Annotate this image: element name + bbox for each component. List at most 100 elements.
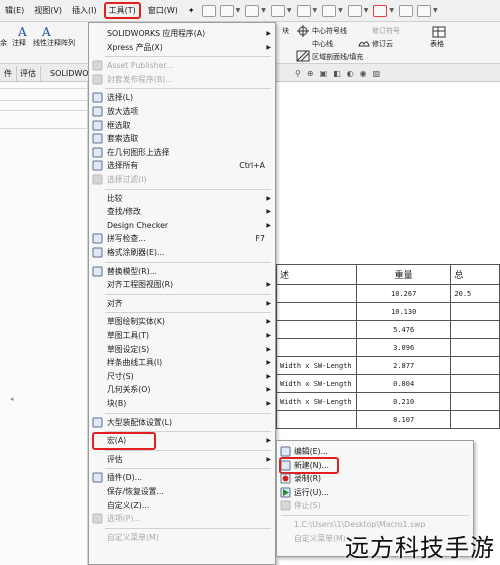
rebuild-icon[interactable] (399, 4, 413, 17)
tab-parts[interactable]: 件 (0, 66, 17, 81)
tools-menu-item-39[interactable]: 插件(D)... (89, 471, 275, 485)
addin-icon (92, 472, 103, 483)
pin-icon[interactable]: ✦ (183, 0, 200, 22)
tools-menu-item-7[interactable]: 放大选项 (89, 105, 275, 119)
view-orientation-icon[interactable]: ▣ (320, 69, 328, 78)
table-cell (276, 302, 357, 321)
ribbon-note[interactable]: 注释 (12, 38, 26, 48)
ribbon-center-mark[interactable]: 中心符号线 (312, 26, 347, 36)
ribbon-centerline[interactable]: 中心线 (312, 39, 333, 49)
table-cell: Width x SW-Length (276, 374, 357, 393)
tab-solidworks[interactable]: SOLIDWO (46, 66, 94, 81)
tools-menu-item-14[interactable]: 比较 ▶ (89, 192, 275, 206)
menu-window[interactable]: 窗口(W) (143, 0, 183, 22)
tools-menu-item-17[interactable]: 拼写检查... F7 (89, 232, 275, 246)
tools-menu-item-1[interactable]: Xpress 产品(X) ▶ (89, 41, 275, 55)
hide-show-icon[interactable]: ◐ (347, 69, 354, 78)
menu-separator (105, 312, 271, 314)
select-all-icon (92, 160, 103, 171)
bom-table: 述 重量 总 10.267 20.5 10.130 5.476 3.096 Wid… (276, 264, 500, 429)
menu-view[interactable]: 视图(V) (29, 0, 67, 22)
menu-edit[interactable]: 辑(E) (0, 0, 29, 22)
open-icon[interactable] (270, 4, 285, 17)
tools-menu-item-15[interactable]: 查找/修改 ▶ (89, 205, 275, 219)
appearance-icon[interactable]: ◉ (360, 69, 367, 78)
tools-menu-item-0[interactable]: SOLIDWORKS 应用程序(A) ▶ (89, 27, 275, 41)
options-icon[interactable] (417, 4, 431, 17)
search-icon[interactable]: ⚲ (295, 69, 301, 78)
chevron-right-icon: ▶ (266, 208, 271, 216)
menu-item-label: 块(B) (107, 399, 127, 408)
menu-item-label: 格式涂刷器(E)... (107, 248, 165, 257)
ribbon-area-hatch[interactable]: 区域剖面线/填充 (312, 52, 363, 62)
chevron-right-icon: ▶ (266, 30, 271, 37)
svg-text:A: A (41, 25, 51, 37)
table-cell: 10.130 (355, 302, 452, 321)
ribbon-block[interactable]: 块 (282, 26, 289, 36)
ribbon-revision-cloud[interactable]: 修订云 (372, 39, 393, 49)
macro-menu-item-3[interactable]: 运行(U)... (277, 486, 473, 500)
menu-item-label: 保存/恢复设置... (107, 487, 164, 496)
select-icon[interactable] (373, 4, 388, 17)
tools-menu-item-4: 封套发布程序(B)... (89, 73, 275, 87)
menu-separator (105, 56, 271, 58)
home-icon[interactable] (219, 4, 234, 17)
print-icon[interactable] (322, 4, 337, 17)
menu-item-label: 插件(D)... (107, 473, 143, 483)
tools-menu-item-8[interactable]: 框选取 (89, 119, 275, 133)
panel-collapse-icon[interactable]: ◂ (10, 395, 16, 403)
tools-menu-item-18[interactable]: 格式涂刷器(E)... (89, 246, 275, 260)
tools-menu-item-25[interactable]: 草图绘制实体(K) ▶ (89, 315, 275, 329)
tools-menu-item-21[interactable]: 对齐工程图视图(R) ▶ (89, 278, 275, 292)
arrow-icon[interactable] (201, 4, 216, 17)
tab-evaluate[interactable]: 评估 (16, 66, 41, 81)
note-icon[interactable]: A (16, 25, 30, 37)
table-cell (450, 392, 500, 411)
table-cell (276, 320, 357, 339)
display-style-icon[interactable]: ◧ (333, 69, 341, 78)
tools-menu-item-31[interactable]: 块(B) ▶ (89, 397, 275, 411)
tools-menu-item-16[interactable]: Design Checker ▶ (89, 219, 275, 233)
linear-note-pattern-icon[interactable]: A (40, 25, 54, 37)
tools-menu-item-29[interactable]: 尺寸(S) ▶ (89, 370, 275, 384)
table-cell: 2.877 (355, 356, 452, 375)
chevron-right-icon: ▶ (266, 400, 271, 407)
tools-menu-item-41[interactable]: 自定义(Z)... (89, 499, 275, 513)
ribbon-revision-symbol[interactable]: 修订符号 (372, 26, 400, 36)
tools-menu-item-37[interactable]: 评估 ▶ (89, 453, 275, 467)
new-document-icon[interactable] (245, 4, 260, 17)
table-cell: 8.107 (355, 410, 452, 429)
macro-menu-item-2[interactable]: 录制(R) (277, 472, 473, 486)
tools-menu-item-20[interactable]: 替换模型(R)... (89, 265, 275, 279)
table-row: 5.476 (276, 320, 500, 339)
tools-menu-item-40[interactable]: 保存/恢复设置... (89, 485, 275, 499)
undo-icon[interactable] (347, 4, 362, 17)
table-cell (276, 410, 357, 429)
tools-menu-item-30[interactable]: 几何关系(O) ▶ (89, 383, 275, 397)
lasso-select-icon (92, 133, 103, 144)
table-row: Width x SW-Length 0.210 (276, 392, 500, 411)
ribbon-table[interactable]: 表格 (430, 39, 444, 49)
tools-menu-item-23[interactable]: 对齐 ▶ (89, 297, 275, 311)
ribbon-linear-note-pattern[interactable]: 线性注释阵列 (33, 38, 75, 48)
tools-menu-item-9[interactable]: 套索选取 (89, 132, 275, 146)
menu-separator (105, 88, 271, 90)
menu-tools[interactable]: 工具(T) (103, 2, 141, 19)
tools-menu-item-27[interactable]: 草图设定(S) ▶ (89, 343, 275, 357)
tools-menu-item-11[interactable]: 选择所有 Ctrl+A (89, 159, 275, 173)
tools-menu-item-10[interactable]: 在几何图形上选择 (89, 146, 275, 160)
menu-item-label: 框选取 (107, 120, 131, 130)
menu-separator (105, 188, 271, 190)
menu-separator (105, 261, 271, 263)
ribbon-label-0[interactable]: 余 (0, 38, 7, 48)
tools-menu-item-28[interactable]: 样条曲线工具(I) ▶ (89, 356, 275, 370)
scene-icon[interactable]: ▨ (373, 69, 381, 78)
zoom-icon[interactable]: ⊕ (307, 69, 314, 78)
envelope-publisher-icon (92, 74, 103, 85)
table-cell (450, 320, 500, 339)
tools-menu-item-33[interactable]: 大型装配体设置(L) (89, 416, 275, 430)
save-icon[interactable] (296, 4, 311, 17)
menu-insert[interactable]: 插入(I) (67, 0, 102, 22)
tools-menu-item-6[interactable]: 选择(L) (89, 91, 275, 105)
tools-menu-item-26[interactable]: 草图工具(T) ▶ (89, 329, 275, 343)
